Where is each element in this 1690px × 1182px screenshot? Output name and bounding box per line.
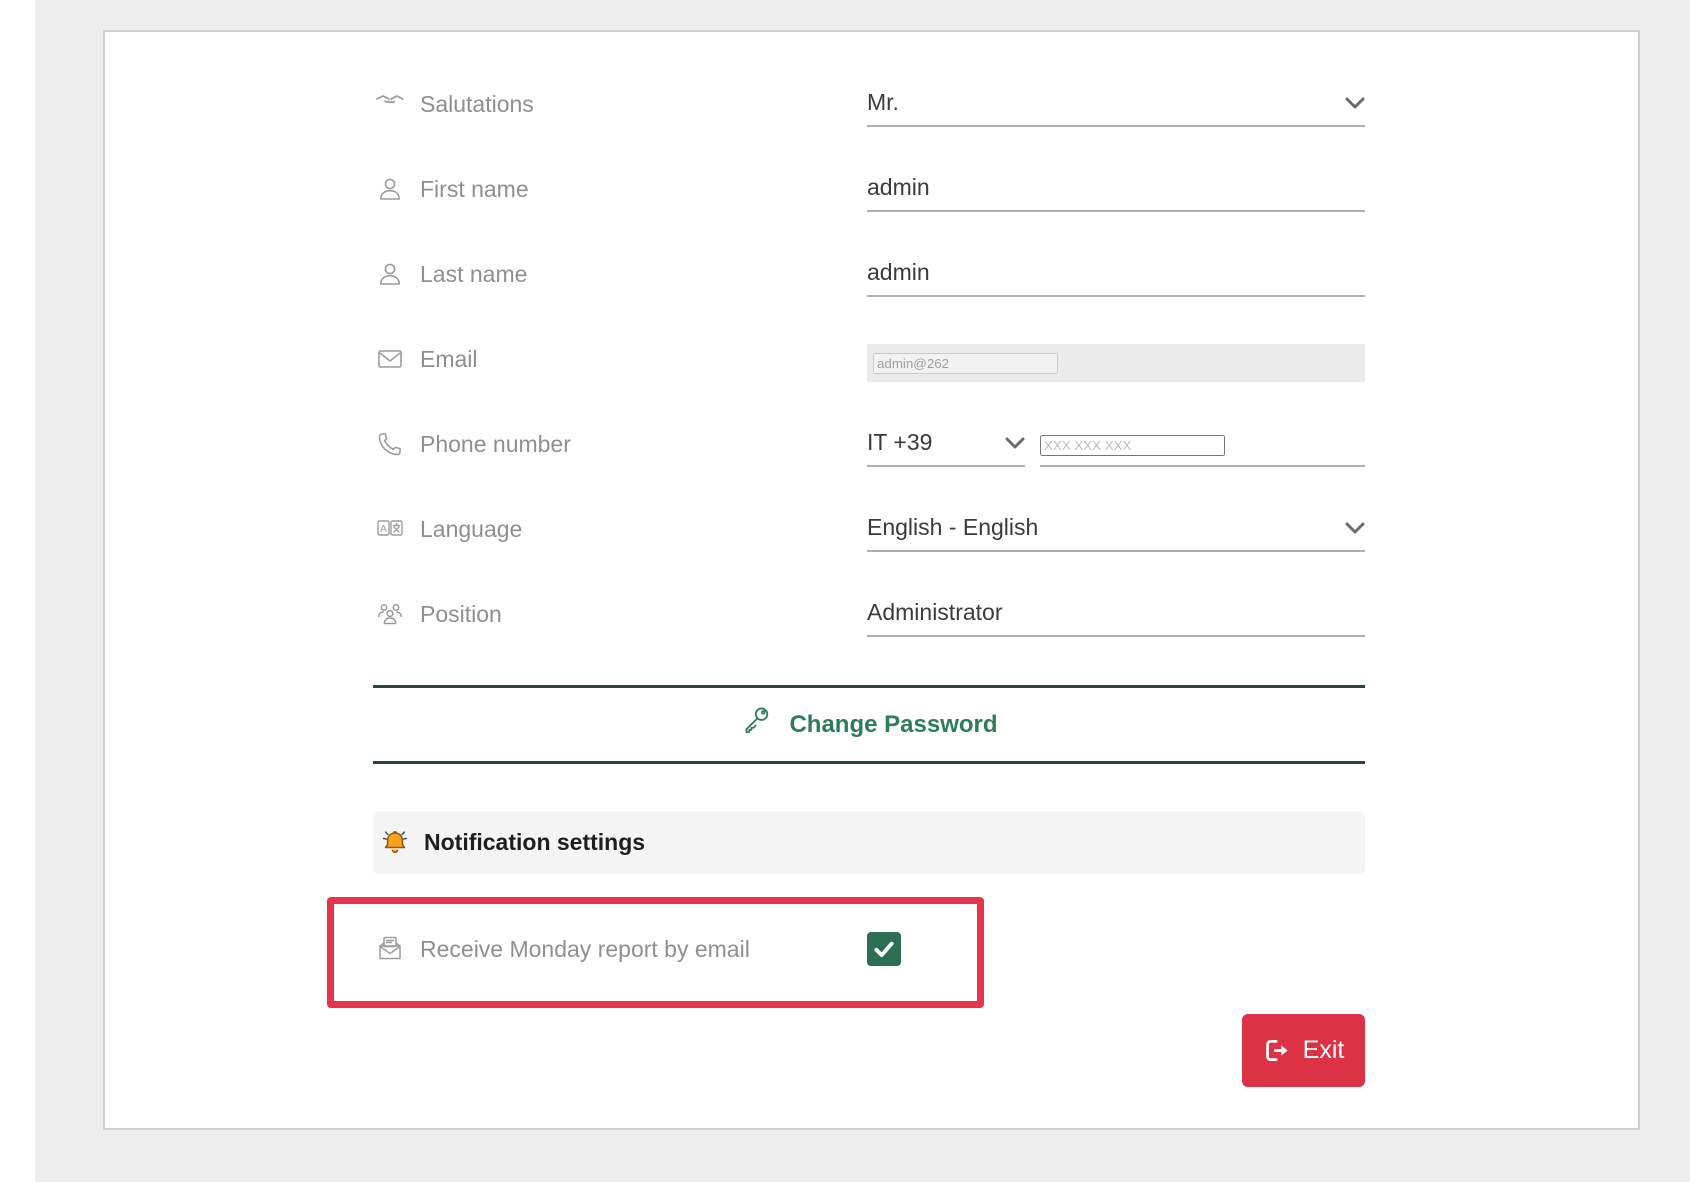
person-icon	[375, 174, 405, 204]
change-password-button[interactable]: Change Password	[740, 705, 997, 744]
svg-text:A: A	[380, 524, 387, 535]
phone-number-field	[1040, 435, 1365, 467]
monday-report-label-group: Receive Monday report by email	[373, 934, 867, 964]
position-input[interactable]	[867, 599, 1365, 626]
field-label: Phone number	[420, 431, 571, 458]
key-icon	[740, 705, 772, 744]
salutations-label-group: Salutations	[373, 89, 867, 127]
monday-report-checkbox[interactable]	[867, 932, 901, 966]
language-icon: A	[375, 514, 405, 544]
page-margin	[0, 0, 35, 1182]
exit-label: Exit	[1303, 1036, 1345, 1065]
change-password-section: Change Password	[373, 685, 1365, 764]
phone-icon	[375, 429, 405, 459]
language-select[interactable]: English - English	[867, 514, 1365, 552]
last-name-input[interactable]	[867, 259, 1365, 286]
phone-field: IT +39	[867, 429, 1365, 467]
field-label: Last name	[420, 261, 527, 288]
bell-icon	[379, 827, 411, 859]
notification-settings-header: Notification settings	[373, 811, 1365, 874]
email-field-disabled	[867, 344, 1365, 382]
position-field	[867, 599, 1365, 637]
chevron-down-icon	[1005, 437, 1025, 449]
phone-number-input[interactable]	[1040, 435, 1225, 456]
open-envelope-icon	[375, 934, 405, 964]
email-label-group: Email	[373, 344, 867, 382]
first-name-input[interactable]	[867, 174, 1365, 201]
first-name-field	[867, 174, 1365, 212]
chevron-down-icon	[1345, 97, 1365, 109]
salutations-select[interactable]: Mr.	[867, 89, 1365, 127]
person-icon	[375, 259, 405, 289]
field-label: First name	[420, 176, 529, 203]
change-password-label: Change Password	[789, 711, 997, 739]
monday-report-label: Receive Monday report by email	[420, 936, 750, 963]
people-group-icon	[375, 599, 405, 629]
field-label: Email	[420, 346, 478, 373]
first-name-label-group: First name	[373, 174, 867, 212]
country-code-select[interactable]: IT +39	[867, 429, 1025, 467]
field-row-last-name: Last name	[373, 212, 1365, 297]
last-name-field	[867, 259, 1365, 297]
monday-report-row: Receive Monday report by email	[373, 914, 1365, 984]
last-name-label-group: Last name	[373, 259, 867, 297]
email-input	[873, 353, 1058, 374]
notification-settings-label: Notification settings	[424, 829, 645, 856]
language-value: English - English	[867, 514, 1038, 541]
handshake-icon	[375, 89, 405, 119]
field-row-email: Email	[373, 297, 1365, 382]
field-row-salutations: Salutations Mr.	[373, 42, 1365, 127]
phone-label-group: Phone number	[373, 429, 867, 467]
salutations-value: Mr.	[867, 89, 899, 116]
chevron-down-icon	[1345, 522, 1365, 534]
exit-row: Exit	[373, 1014, 1365, 1087]
field-label: Position	[420, 601, 502, 628]
field-row-language: A Language English - English	[373, 467, 1365, 552]
profile-settings-card: Salutations Mr. First name	[103, 30, 1640, 1130]
exit-button[interactable]: Exit	[1242, 1014, 1365, 1087]
field-row-phone: Phone number IT +39	[373, 382, 1365, 467]
profile-form: Salutations Mr. First name	[373, 32, 1365, 1087]
logout-icon	[1263, 1037, 1290, 1064]
field-label: Language	[420, 516, 522, 543]
country-code-value: IT +39	[867, 429, 932, 456]
language-label-group: A Language	[373, 514, 867, 552]
envelope-icon	[375, 344, 405, 374]
checkmark-icon	[871, 936, 897, 962]
field-row-first-name: First name	[373, 127, 1365, 212]
position-label-group: Position	[373, 599, 867, 637]
field-row-position: Position	[373, 552, 1365, 637]
field-label: Salutations	[420, 91, 534, 118]
